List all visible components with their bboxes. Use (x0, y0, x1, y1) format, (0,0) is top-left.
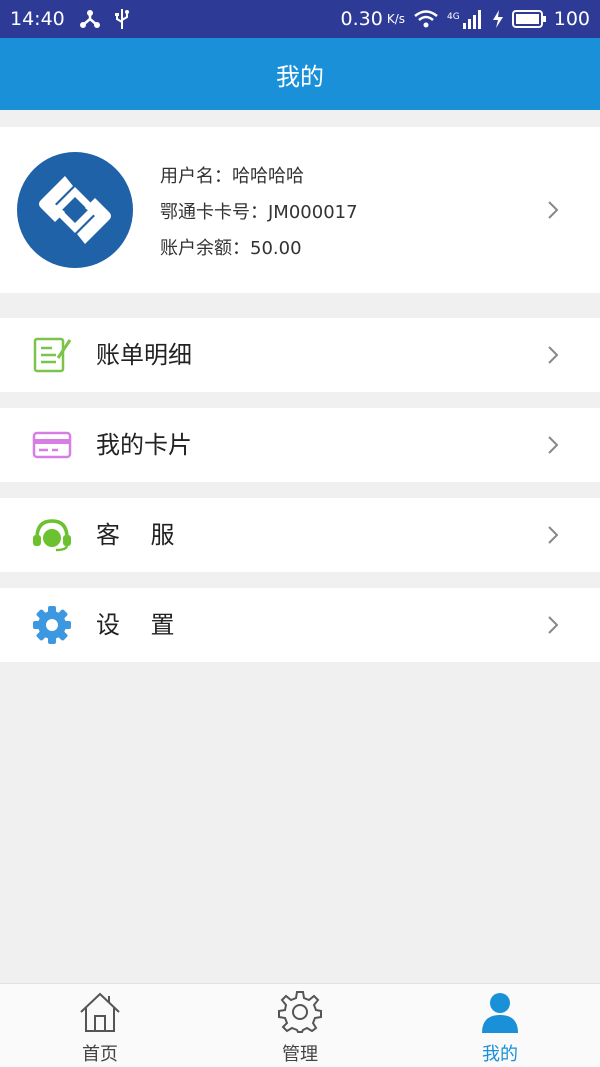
chevron-right-icon (548, 201, 559, 219)
tab-mine[interactable]: 我的 (400, 984, 600, 1067)
usb-icon (114, 8, 129, 30)
network-type: 4G (447, 12, 460, 22)
balance: 50.00 (250, 238, 302, 259)
customer-service-icon (32, 516, 72, 554)
tab-label-home: 首页 (82, 1044, 118, 1065)
menu-label-card: 我的卡片 (96, 431, 192, 459)
chevron-right-icon (548, 346, 559, 364)
username: 哈哈哈哈 (232, 166, 304, 187)
chevron-right-icon (548, 526, 559, 544)
profile-info: 用户名：哈哈哈哈 鄂通卡卡号：JM000017 账户余额：50.00 (160, 165, 358, 273)
status-time: 14:40 (10, 8, 65, 30)
profile-card[interactable]: 用户名：哈哈哈哈 鄂通卡卡号：JM000017 账户余额：50.00 (0, 127, 600, 293)
settings-icon (32, 606, 72, 644)
username-label: 用户名： (160, 166, 232, 187)
signal-icon (462, 9, 484, 29)
status-bar: 14:40 0.30 K/s 4G 100 (0, 0, 600, 38)
tab-home[interactable]: 首页 (0, 984, 200, 1067)
card-number-label: 鄂通卡卡号： (160, 202, 268, 223)
logo-icon (39, 176, 111, 244)
tab-label-manage: 管理 (282, 1044, 318, 1065)
charging-icon (492, 10, 504, 28)
menu-item-service[interactable]: 客 服 (0, 498, 600, 572)
menu-label-bill: 账单明细 (96, 341, 192, 369)
page-title: 我的 (276, 62, 324, 91)
net-speed: 0.30 (340, 8, 383, 30)
wifi-icon (413, 9, 439, 29)
home-icon (78, 990, 122, 1034)
battery-icon (511, 10, 546, 28)
chevron-right-icon (548, 616, 559, 634)
menu-item-settings[interactable]: 设 置 (0, 588, 600, 662)
app-header: 我的 (0, 38, 600, 110)
menu-label-settings: 设 置 (96, 611, 175, 639)
battery-level: 100 (553, 8, 590, 30)
menu-item-bill[interactable]: 账单明细 (0, 318, 600, 392)
balance-label: 账户余额： (160, 238, 250, 259)
user-icon (478, 990, 522, 1034)
bill-detail-icon (32, 336, 72, 374)
card-number: JM000017 (268, 202, 358, 223)
card-icon (32, 426, 72, 464)
share-icon (79, 9, 101, 29)
menu-label-service: 客 服 (96, 521, 175, 549)
avatar (17, 152, 133, 268)
chevron-right-icon (548, 436, 559, 454)
bottom-tab-bar: 首页 管理 我的 (0, 983, 600, 1067)
menu-item-card[interactable]: 我的卡片 (0, 408, 600, 482)
tab-manage[interactable]: 管理 (200, 984, 400, 1067)
tab-label-mine: 我的 (482, 1044, 518, 1065)
net-unit: K/s (386, 12, 406, 26)
gear-icon (278, 990, 322, 1034)
